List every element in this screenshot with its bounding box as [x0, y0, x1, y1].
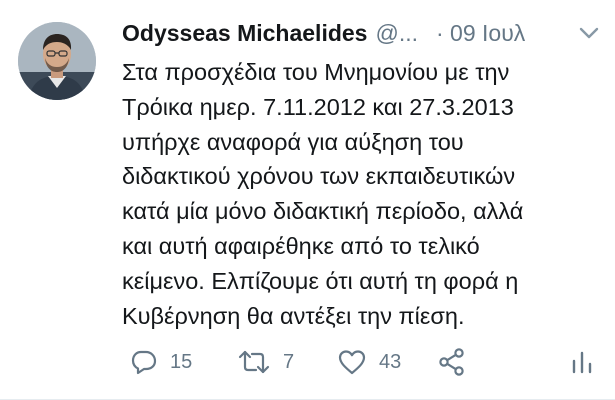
tweet-header: Odysseas Michaelides @... · 09 Ιουλ: [122, 14, 602, 52]
chevron-down-icon[interactable]: [576, 22, 602, 44]
tweet-text-line: Τρόικα ημερ. 7.11.2012 και 27.3.2013: [122, 93, 514, 120]
reply-icon: [131, 350, 157, 375]
retweet-icon: [238, 350, 270, 374]
tweet-content: Odysseas Michaelides @... · 09 Ιουλ Στα …: [122, 14, 602, 333]
like-count: 43: [379, 350, 402, 373]
author-avatar[interactable]: [18, 22, 96, 100]
reply-count: 15: [170, 350, 193, 373]
tweet-text-line: κείμενο. Ελπίζουμε ότι αυτή τη φορά η: [122, 267, 519, 294]
profile-photo-icon: [18, 22, 96, 100]
author-handle[interactable]: @...: [375, 14, 418, 52]
tweet-actions: 15 7 43: [122, 342, 602, 382]
retweet-count: 7: [283, 350, 295, 373]
tweet-text-line: διδακτικού χρόνου των εκπαιδευτικών: [122, 163, 516, 190]
heart-icon: [338, 350, 366, 375]
tweet-text: Στα προσχέδια του Μνημονίου με την Τρόικ…: [122, 55, 602, 333]
share-icon: [439, 348, 464, 376]
like-button[interactable]: 43: [337, 342, 401, 382]
tweet-text-line: Κυβέρνηση θα αντέξει την πίεση.: [122, 302, 465, 329]
tweet-text-line: υπήρχε αναφορά για αύξηση του: [122, 128, 464, 155]
tweet-text-line: και αυτή αφαιρέθηκε από το τελικό: [122, 232, 480, 259]
retweet-button[interactable]: 7: [237, 342, 294, 382]
reply-button[interactable]: 15: [130, 342, 192, 382]
tweet-text-line: Στα προσχέδια του Μνημονίου με την: [122, 59, 510, 85]
analytics-button[interactable]: [570, 342, 594, 382]
tweet-card[interactable]: Odysseas Michaelides @... · 09 Ιουλ Στα …: [0, 0, 615, 400]
tweet-timestamp[interactable]: · 09 Ιουλ: [436, 14, 525, 52]
author-name[interactable]: Odysseas Michaelides: [122, 14, 367, 52]
share-button[interactable]: [437, 342, 467, 382]
analytics-icon: [572, 351, 592, 374]
tweet-text-line: κατά μία μόνο διδακτική περίοδο, αλλά: [122, 198, 524, 225]
